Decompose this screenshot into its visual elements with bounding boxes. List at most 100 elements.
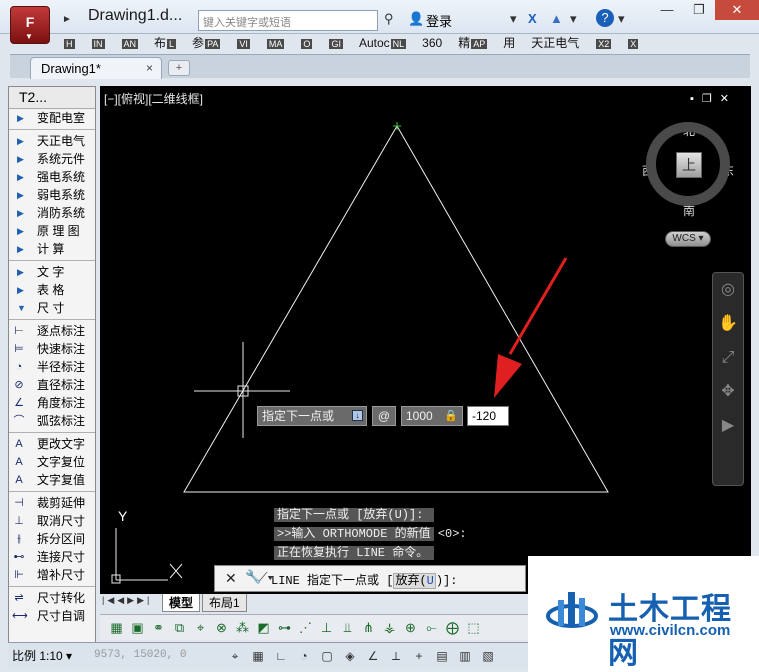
ribbon-tab[interactable]: AN (113, 34, 147, 52)
3d-osnap-icon[interactable]: ◈ (341, 647, 359, 665)
measure-icon[interactable]: ⟜ (423, 619, 440, 636)
zoom-extents-icon[interactable]: ⤢ (713, 341, 743, 375)
ribbon-tab[interactable]: X2 (587, 34, 619, 52)
ribbon-tab[interactable]: 参 PA (184, 34, 228, 52)
wire-icon[interactable]: ⊕ (402, 619, 419, 636)
palette-item[interactable]: ▶ 系统元件 (9, 150, 95, 168)
minimize-button[interactable]: — (651, 0, 683, 20)
ducs-icon[interactable]: ⟂ (387, 647, 405, 665)
steering-wheel-icon[interactable]: ◎ (713, 273, 743, 307)
application-menu-button[interactable]: F ▼ (10, 6, 50, 44)
quick-props-icon[interactable]: ▧ (479, 647, 497, 665)
file-tab-drawing1[interactable]: Drawing1* × (30, 57, 162, 79)
ribbon-tab[interactable]: 天正电气 (523, 34, 587, 52)
ribbon-tab[interactable]: Autoc NL (351, 34, 414, 52)
showmotion-icon[interactable]: ▶ (713, 409, 743, 443)
palette-item[interactable]: ⊥ 取消尺寸 (9, 512, 95, 530)
ribbon-tab[interactable]: 精 AP (450, 34, 495, 52)
snap-mode-icon[interactable]: ⌖ (226, 647, 244, 665)
exchange-x-icon[interactable]: X (528, 11, 537, 26)
palette-item[interactable]: ▶ 消防系统 (9, 204, 95, 222)
double-lamp-icon[interactable]: ⫫ (339, 619, 356, 636)
chevron-down-icon[interactable]: ▾ (510, 11, 517, 27)
select-icon[interactable]: ⬚ (465, 619, 482, 636)
palette-item[interactable]: ⊘ 直径标注 (9, 376, 95, 394)
palette-item[interactable]: ∠ 角度标注 (9, 394, 95, 412)
palette-item[interactable]: ▶ 变配电室 (9, 109, 95, 127)
chevron-down-icon[interactable]: ▾ (618, 11, 625, 27)
palette-item[interactable]: ⫲ 拆分区间 (9, 530, 95, 548)
palette-item[interactable]: ⌒ 弧弦标注 (9, 412, 95, 430)
viewcube-top-face[interactable]: 上 (676, 152, 702, 178)
new-tab-button[interactable]: + (168, 60, 190, 76)
palette-item[interactable]: ◔ 半径标注 (9, 358, 95, 376)
tab-layout1[interactable]: 布局1 (202, 594, 247, 612)
lamp-icon[interactable]: ⊥ (318, 619, 335, 636)
close-icon[interactable]: × (146, 61, 153, 75)
a360-icon[interactable]: ▲ (550, 11, 563, 26)
ribbon-tab[interactable]: VI (228, 34, 258, 52)
palette-item[interactable]: ⊨ 快速标注 (9, 340, 95, 358)
node-icon[interactable]: ⊗ (213, 619, 230, 636)
wcs-menu[interactable]: WCS ▾ (665, 231, 711, 247)
down-arrow-icon[interactable]: ↓ (352, 410, 363, 421)
viewcube[interactable]: 上 (646, 122, 730, 206)
close-icon[interactable]: ✕ (225, 570, 237, 587)
palette-item[interactable]: ▶ 弱电系统 (9, 186, 95, 204)
snap-icon[interactable]: ⌖ (192, 619, 209, 636)
ortho-mode-icon[interactable]: ∟ (272, 647, 290, 665)
palette-item[interactable]: ⊣ 裁剪延伸 (9, 494, 95, 512)
orbit-icon[interactable]: ✥ (713, 375, 743, 409)
tab-model[interactable]: 模型 (162, 594, 201, 612)
grid-mode-icon[interactable]: ▦ (249, 647, 267, 665)
palette-item[interactable]: ⊢ 逐点标注 (9, 322, 95, 340)
close-button[interactable]: ✕ (715, 0, 759, 20)
transparency-icon[interactable]: ▥ (456, 647, 474, 665)
dynamic-input-prompt[interactable]: 指定下一点或 ↓ (257, 406, 367, 426)
palette-item[interactable]: A 更改文字 (9, 435, 95, 453)
help-icon[interactable]: ? (596, 9, 614, 27)
layout-nav-arrows[interactable]: |◀◀▶▶| (102, 595, 152, 606)
palette-item[interactable]: A 文字复位 (9, 453, 95, 471)
command-line[interactable]: ✕ 🔧 ⟋▾ LINE 指定下一点或 [放弃(U)]: (214, 565, 526, 592)
ribbon-tab[interactable]: 360 (414, 34, 450, 52)
osnap-icon[interactable]: ▢ (318, 647, 336, 665)
palette-item[interactable]: ▶ 文 字 (9, 263, 95, 281)
ribbon-tab[interactable]: IN (83, 34, 113, 52)
cluster-icon[interactable]: ⁂ (234, 619, 251, 636)
scale-selector[interactable]: 比例 1:10 ▾ (12, 647, 72, 664)
polar-mode-icon[interactable]: ◔ (295, 647, 313, 665)
palette-item[interactable]: ▶ 表 格 (9, 281, 95, 299)
ribbon-tab[interactable]: GI (320, 34, 351, 52)
login-button[interactable]: 登录 (426, 11, 452, 30)
link-icon[interactable]: ⚭ (150, 619, 167, 636)
command-option-undo[interactable]: 放弃(U (393, 573, 436, 589)
palette-item[interactable]: ⇌ 尺寸转化 (9, 589, 95, 607)
palette-item[interactable]: ▶ 天正电气 (9, 132, 95, 150)
palette-item[interactable]: ⊩ 增补尺寸 (9, 566, 95, 584)
palette-item[interactable]: ▼ 尺 寸 (9, 299, 95, 317)
palette-item[interactable]: ▶ 计 算 (9, 240, 95, 258)
branch-icon[interactable]: ⋰ (297, 619, 314, 636)
dynamic-input-angle[interactable]: -120 (467, 406, 509, 426)
grid-icon[interactable]: ▦ (108, 619, 125, 636)
ribbon-tab[interactable]: MA (258, 34, 293, 52)
drawing-canvas[interactable]: [−][俯视][二维线框] ▪❐✕ Y 北 南 东 西 上 WCS ▾ ◎ ✋ … (100, 86, 751, 594)
chevron-down-icon[interactable]: ▾ (570, 11, 577, 27)
switch-icon[interactable]: ⋔ (360, 619, 377, 636)
copy-icon[interactable]: ⧉ (171, 619, 188, 636)
connect-icon[interactable]: ⊶ (276, 619, 293, 636)
pan-icon[interactable]: ✋ (713, 307, 743, 341)
binoculars-icon[interactable]: ⚲ (384, 11, 394, 27)
ribbon-tab[interactable]: 用 (495, 34, 523, 52)
restore-button[interactable]: ❐ (683, 0, 715, 20)
palette-item[interactable]: ⟷ 尺寸自调 (9, 607, 95, 625)
ribbon-tab[interactable]: X (619, 34, 646, 52)
ribbon-tab[interactable]: 布L (146, 34, 184, 52)
lineweight-icon[interactable]: ▤ (433, 647, 451, 665)
save-icon[interactable]: ▣ (129, 619, 146, 636)
ribbon-tab[interactable]: O (292, 34, 320, 52)
otrack-icon[interactable]: ∠ (364, 647, 382, 665)
dyn-input-icon[interactable]: + (410, 647, 428, 665)
dynamic-input-length[interactable]: 1000 🔒 (401, 406, 463, 426)
